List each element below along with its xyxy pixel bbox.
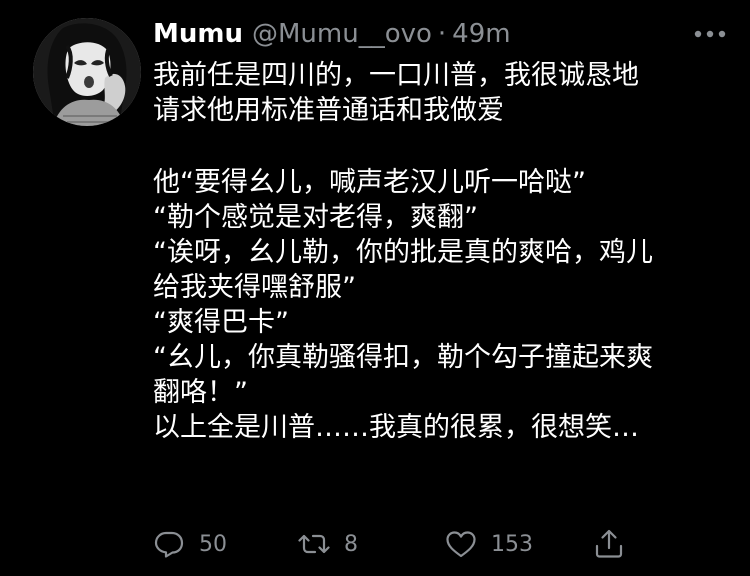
retweet-icon (298, 534, 330, 554)
tweet-timestamp[interactable]: 49m (452, 19, 510, 49)
tweet-line: “诶呀，幺儿勒，你的批是真的爽哈，鸡儿 (153, 237, 653, 268)
avatar[interactable] (33, 18, 141, 126)
time-separator: · (437, 19, 447, 49)
tweet-card: Mumu @Mumu__ovo · 49m 我前任是四川的，一口川普，我很诚恳地… (0, 0, 750, 576)
tweet-actions: 50 8 153 (153, 522, 633, 566)
tweet-line: 以上全是川普……我真的很累，很想笑… (153, 412, 639, 443)
tweet-line: 我前任是四川的，一口川普，我很诚恳地 (153, 60, 639, 91)
reply-button[interactable]: 50 (153, 522, 227, 566)
tweet-line: 他“要得幺儿，喊声老汉儿听一哈哒” (153, 167, 586, 198)
tweet-line: 给我夹得嘿舒服” (153, 272, 356, 303)
like-button[interactable]: 153 (445, 522, 533, 566)
author-display-name[interactable]: Mumu (153, 19, 243, 49)
retweet-count: 8 (344, 531, 358, 557)
tweet-line: “勒个感觉是对老得，爽翻” (153, 202, 478, 233)
share-icon (595, 529, 623, 558)
more-options-icon[interactable] (690, 22, 730, 46)
tweet-line: “爽得巴卡” (153, 307, 289, 338)
tweet-line: 请求他用标准普通话和我做爱 (153, 95, 504, 126)
reply-count: 50 (199, 531, 227, 557)
heart-icon (446, 531, 476, 558)
tweet-line: “幺儿，你真勒骚得扣，勒个勾子撞起来爽 (153, 342, 653, 373)
like-count: 153 (491, 531, 533, 557)
reply-icon (154, 531, 184, 558)
tweet-text: 我前任是四川的，一口川普，我很诚恳地 请求他用标准普通话和我做爱 他“要得幺儿，… (153, 58, 723, 445)
share-button[interactable] (593, 522, 625, 566)
tweet-line: 翻咯！” (153, 377, 248, 408)
author-handle[interactable]: @Mumu__ovo (252, 19, 432, 49)
avatar-image (33, 18, 141, 126)
tweet-header: Mumu @Mumu__ovo · 49m (153, 14, 511, 54)
retweet-button[interactable]: 8 (298, 522, 358, 566)
